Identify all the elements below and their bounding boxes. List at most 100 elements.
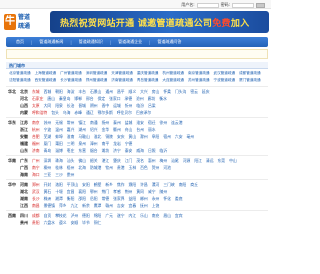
city-link[interactable]: 贺州 <box>152 165 160 171</box>
city-link[interactable]: 攀枝花 <box>55 213 66 219</box>
city-link[interactable]: 厦门 <box>44 141 52 147</box>
city-link[interactable]: 合肥 <box>32 134 40 140</box>
city-link[interactable]: 洛阳 <box>55 182 63 188</box>
province-name[interactable]: 湖北 <box>20 189 30 195</box>
city-link[interactable]: 广州 <box>32 158 40 164</box>
city-link[interactable]: 佛山 <box>78 158 86 164</box>
city-link[interactable]: 南充 <box>152 213 160 219</box>
city-link[interactable]: 淮北 <box>94 134 102 140</box>
city-link[interactable]: 宁波 <box>44 127 52 133</box>
city-link[interactable]: 盐城 <box>125 120 133 126</box>
city-link[interactable]: 绵阳 <box>94 213 102 219</box>
city-link[interactable]: 泰安 <box>125 148 133 154</box>
city-link[interactable]: 防城港 <box>90 165 101 171</box>
city-link[interactable]: 肇庆 <box>113 158 121 164</box>
province-name[interactable]: 广西 <box>20 165 30 171</box>
city-link[interactable]: 晋中 <box>102 103 110 109</box>
hot-city-link[interactable]: 北京管道疏通 <box>9 71 31 76</box>
city-link[interactable]: 清远 <box>206 158 214 164</box>
city-link[interactable]: 青岛 <box>44 148 52 154</box>
province-name[interactable]: 贵州 <box>20 220 30 226</box>
city-link[interactable]: 鄂尔多斯 <box>98 110 113 116</box>
city-link[interactable]: 阳泉 <box>55 103 63 109</box>
city-link[interactable]: 抚州 <box>140 203 148 209</box>
city-link[interactable]: 福州 <box>32 141 40 147</box>
city-link[interactable]: 延庆 <box>202 89 210 95</box>
province-name[interactable]: 内蒙 <box>20 110 30 116</box>
city-link[interactable]: 顺义 <box>129 89 137 95</box>
city-link[interactable]: 漯河 <box>152 182 160 188</box>
city-link[interactable]: 南平 <box>102 141 110 147</box>
nav-item[interactable]: 管道疏通知识 <box>79 39 103 45</box>
city-link[interactable]: 温州 <box>55 127 63 133</box>
city-link[interactable]: 焦作 <box>117 182 125 188</box>
city-link[interactable]: 阜阳 <box>152 134 160 140</box>
city-link[interactable]: 无锡 <box>55 120 63 126</box>
city-link[interactable]: 呼和浩特 <box>32 110 47 116</box>
hot-city-link[interactable]: 大连管道疏通 <box>162 78 184 83</box>
city-link[interactable]: 邯郸 <box>74 96 82 102</box>
city-link[interactable]: 石景山 <box>90 89 101 95</box>
city-link[interactable]: 张家口 <box>109 96 120 102</box>
site-logo[interactable]: 牛 管道 疏通 <box>4 11 40 33</box>
city-link[interactable]: 日照 <box>148 148 156 154</box>
city-link[interactable]: 衢州 <box>113 127 121 133</box>
city-link[interactable]: 丰台 <box>78 89 86 95</box>
city-link[interactable]: 咸宁 <box>148 189 156 195</box>
city-link[interactable]: 韶关 <box>90 158 98 164</box>
city-link[interactable]: 遵义 <box>59 220 67 226</box>
city-link[interactable]: 玉林 <box>129 165 137 171</box>
city-link[interactable]: 临汾 <box>136 103 144 109</box>
city-link[interactable]: 宜春 <box>129 203 137 209</box>
city-link[interactable]: 运城 <box>113 103 121 109</box>
city-link[interactable]: 通辽 <box>86 110 94 116</box>
hot-city-link[interactable]: 沈阳管道疏通 <box>9 78 31 83</box>
city-link[interactable]: 南通 <box>90 120 98 126</box>
hot-city-link[interactable]: 南京管道疏通 <box>188 71 210 76</box>
username-input[interactable] <box>196 2 219 8</box>
city-link[interactable]: 昌平 <box>117 89 125 95</box>
hot-city-link[interactable]: 广州管道疏通 <box>60 71 82 76</box>
city-link[interactable]: 漳州 <box>90 141 98 147</box>
province-name[interactable]: 河南 <box>20 182 30 188</box>
city-link[interactable]: 大同 <box>44 103 52 109</box>
city-link[interactable]: 舟山 <box>125 127 133 133</box>
province-name[interactable]: 福建 <box>20 141 30 147</box>
city-link[interactable]: 秦皇岛 <box>59 96 70 102</box>
nav-item[interactable]: 管道疏通问答 <box>157 39 181 45</box>
city-link[interactable]: 沧州 <box>136 96 144 102</box>
city-link[interactable]: 湘潭 <box>55 196 63 202</box>
city-link[interactable]: 南宁 <box>32 165 40 171</box>
city-link[interactable]: 吕梁 <box>148 103 156 109</box>
hot-city-link[interactable]: 杭州管道疏通 <box>162 71 184 76</box>
city-link[interactable]: 安庆 <box>117 134 125 140</box>
province-name[interactable]: 江西 <box>20 203 30 209</box>
city-link[interactable]: 湛江 <box>102 158 110 164</box>
city-link[interactable]: 深圳 <box>44 158 52 164</box>
city-link[interactable]: 汕尾 <box>171 158 179 164</box>
province-name[interactable]: 湖南 <box>20 196 30 202</box>
city-link[interactable]: 柳州 <box>44 165 52 171</box>
city-link[interactable]: 包头 <box>51 110 59 116</box>
city-link[interactable]: 桂林 <box>55 165 63 171</box>
city-link[interactable]: 衡水 <box>159 96 167 102</box>
city-link[interactable]: 毕节 <box>82 220 90 226</box>
city-link[interactable]: 滁州 <box>140 134 148 140</box>
city-link[interactable]: 荆州 <box>125 189 133 195</box>
city-link[interactable]: 铜陵 <box>105 134 113 140</box>
city-link[interactable]: 铜仁 <box>94 220 102 226</box>
city-link[interactable]: 枣庄 <box>67 148 75 154</box>
city-link[interactable]: 烟台 <box>90 148 98 154</box>
city-link[interactable]: 河池 <box>163 165 171 171</box>
nav-item[interactable]: 首页 <box>16 39 24 45</box>
city-link[interactable]: 济宁 <box>113 148 121 154</box>
city-link[interactable]: 宿迁 <box>148 120 156 126</box>
city-link[interactable]: 郴州 <box>140 196 148 202</box>
city-link[interactable]: 张家界 <box>113 196 124 202</box>
city-link[interactable]: 海淀 <box>67 89 75 95</box>
hot-city-link[interactable]: 武汉管道疏通 <box>214 71 236 76</box>
city-link[interactable]: 乐山 <box>140 213 148 219</box>
city-link[interactable]: 三亚 <box>44 172 52 178</box>
city-link[interactable]: 梅州 <box>160 158 168 164</box>
city-link[interactable]: 贵阳 <box>32 220 40 226</box>
